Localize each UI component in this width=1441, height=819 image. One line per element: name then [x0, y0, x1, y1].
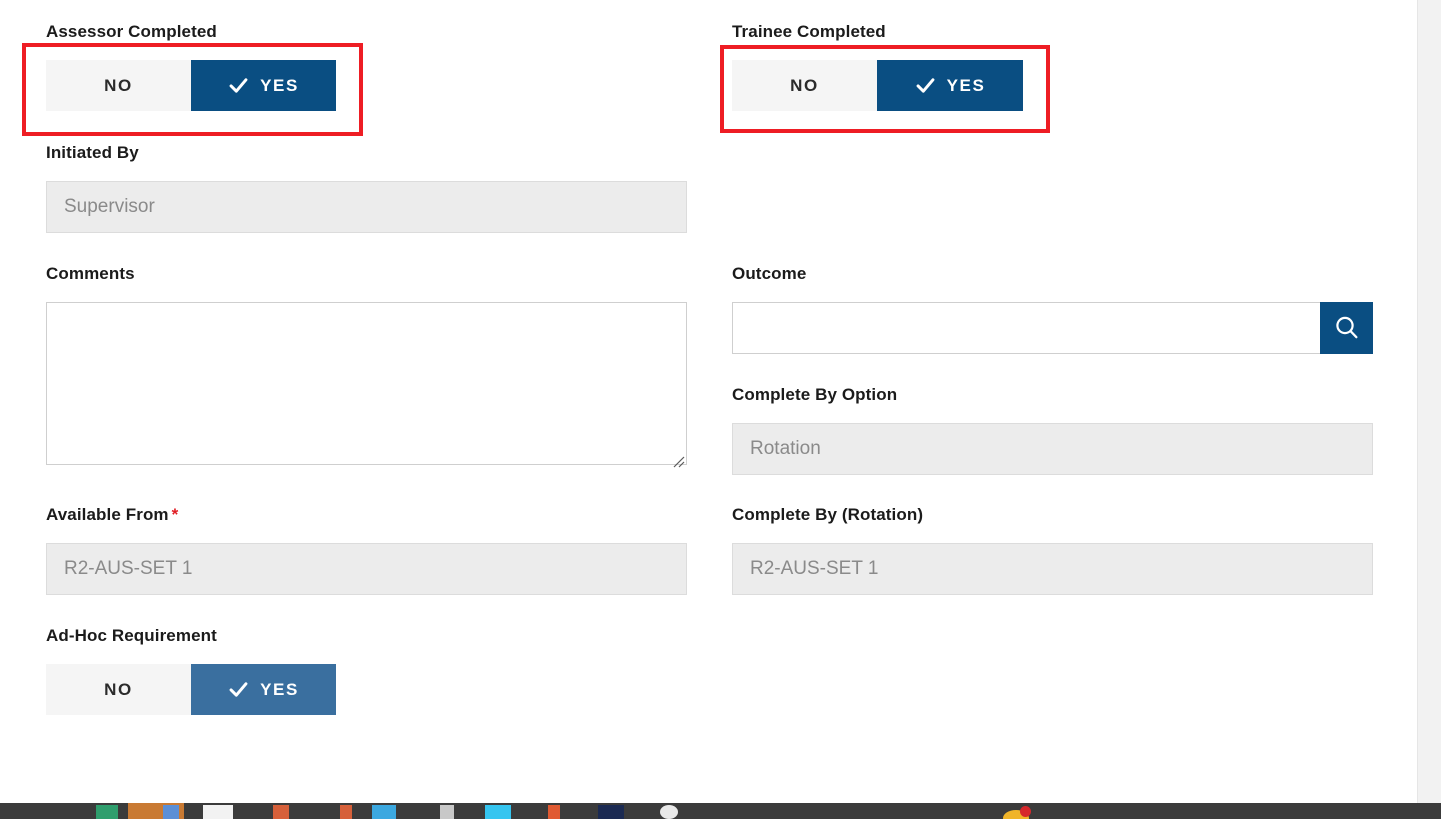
form-page: Assessor Completed NO YES Initiated By S…	[0, 0, 1417, 803]
taskbar-icon-files[interactable]	[96, 805, 118, 819]
screen: Assessor Completed NO YES Initiated By S…	[0, 0, 1441, 819]
label-trainee-completed: Trainee Completed	[732, 22, 886, 41]
label-complete-by-rotation: Complete By (Rotation)	[732, 505, 924, 524]
initiated-by-input[interactable]: Supervisor	[46, 181, 687, 233]
firefox-dot	[1020, 806, 1031, 817]
outcome-input[interactable]	[732, 302, 1320, 354]
taskbar-icon-help[interactable]	[660, 805, 678, 819]
ad-hoc-requirement-yes-button[interactable]: YES	[191, 664, 336, 715]
vertical-scrollbar[interactable]	[1417, 0, 1441, 803]
field-trainee-completed: Trainee Completed NO YES	[732, 22, 1373, 111]
label-initiated-by: Initiated By	[46, 143, 139, 162]
outcome-search-combo	[732, 302, 1373, 354]
taskbar[interactable]	[0, 803, 1441, 819]
field-assessor-completed: Assessor Completed NO YES	[46, 22, 687, 111]
taskbar-icon-browser[interactable]	[372, 805, 396, 819]
outcome-search-button[interactable]	[1320, 302, 1373, 354]
field-initiated-by: Initiated By Supervisor	[46, 143, 687, 233]
taskbar-icon-notes[interactable]	[548, 805, 560, 819]
taskbar-icon-document[interactable]	[203, 805, 233, 819]
taskbar-icon-active-app[interactable]	[163, 805, 179, 819]
field-complete-by-option: Complete By Option Rotation	[732, 385, 1373, 475]
trainee-completed-yes-button[interactable]: YES	[877, 60, 1023, 111]
taskbar-icon-media[interactable]	[273, 805, 289, 819]
field-ad-hoc-requirement: Ad-Hoc Requirement NO YES	[46, 626, 687, 715]
taskbar-icon-mail[interactable]	[340, 805, 352, 819]
comments-textarea[interactable]	[46, 302, 687, 465]
label-comments: Comments	[46, 264, 135, 283]
field-outcome: Outcome	[732, 264, 1373, 354]
label-assessor-completed: Assessor Completed	[46, 22, 217, 41]
label-available-from-text: Available From	[46, 505, 169, 524]
complete-by-rotation-input[interactable]: R2-AUS-SET 1	[732, 543, 1373, 595]
taskbar-icon-terminal[interactable]	[598, 805, 624, 819]
taskbar-icon-chat[interactable]	[485, 805, 511, 819]
field-comments: Comments	[46, 264, 687, 470]
field-available-from: Available From * R2-AUS-SET 1	[46, 505, 687, 595]
complete-by-option-input[interactable]: Rotation	[732, 423, 1373, 475]
check-icon	[915, 75, 936, 96]
ad-hoc-requirement-no-button[interactable]: NO	[46, 664, 191, 715]
taskbar-icon-settings[interactable]	[440, 805, 454, 819]
taskbar-icon-firefox[interactable]	[1003, 805, 1033, 819]
label-outcome: Outcome	[732, 264, 807, 283]
check-icon	[228, 679, 249, 700]
assessor-completed-yes-button[interactable]: YES	[191, 60, 336, 111]
check-icon	[228, 75, 249, 96]
label-complete-by-option: Complete By Option	[732, 385, 898, 404]
toggle-assessor-completed[interactable]: NO YES	[46, 60, 336, 111]
label-available-from: Available From *	[46, 505, 687, 525]
trainee-completed-yes-label: YES	[946, 75, 986, 95]
search-icon	[1332, 313, 1362, 343]
ad-hoc-requirement-yes-label: YES	[260, 679, 299, 699]
toggle-trainee-completed[interactable]: NO YES	[732, 60, 1023, 111]
label-ad-hoc-requirement: Ad-Hoc Requirement	[46, 626, 217, 645]
available-from-input[interactable]: R2-AUS-SET 1	[46, 543, 687, 595]
assessor-completed-no-button[interactable]: NO	[46, 60, 191, 111]
required-asterisk: *	[171, 505, 179, 524]
toggle-ad-hoc-requirement[interactable]: NO YES	[46, 664, 336, 715]
field-complete-by-rotation: Complete By (Rotation) R2-AUS-SET 1	[732, 505, 1373, 595]
assessor-completed-yes-label: YES	[260, 75, 299, 95]
trainee-completed-no-button[interactable]: NO	[732, 60, 877, 111]
